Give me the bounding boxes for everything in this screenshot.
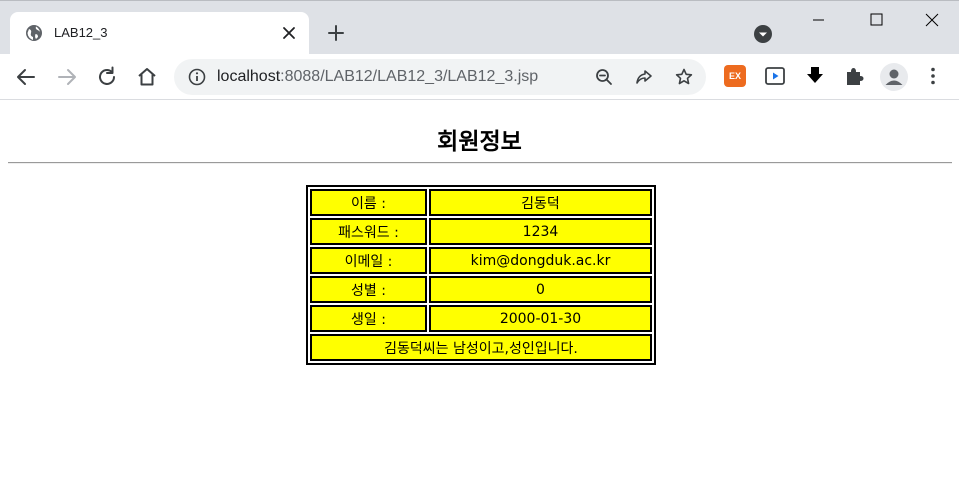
browser-toolbar: localhost:8088/LAB12/LAB12_3/LAB12_3.jsp…: [0, 54, 959, 100]
name-label: 이름 :: [310, 189, 427, 216]
tab-title: LAB12_3: [54, 25, 108, 40]
profile-avatar[interactable]: [880, 63, 908, 91]
gender-label: 성별 :: [310, 276, 427, 303]
kebab-menu-icon[interactable]: [922, 65, 944, 87]
table-row: 김동덕씨는 남성이고,성인입니다.: [310, 334, 652, 361]
minimize-icon[interactable]: [798, 5, 838, 35]
url-host: localhost: [217, 68, 281, 85]
browser-tab-strip: LAB12_3: [0, 0, 959, 56]
chevron-down-icon[interactable]: [753, 24, 773, 44]
reload-icon[interactable]: [95, 65, 119, 89]
star-icon[interactable]: [674, 67, 694, 87]
name-value: 김동덕: [429, 189, 652, 216]
share-icon[interactable]: [634, 67, 654, 87]
globe-icon: [26, 25, 42, 41]
plus-icon[interactable]: [326, 23, 346, 43]
info-icon[interactable]: [188, 68, 206, 86]
media-player-icon[interactable]: [764, 65, 786, 87]
back-arrow-icon[interactable]: [14, 65, 38, 89]
url-path: :8088/LAB12/LAB12_3/LAB12_3.jsp: [280, 68, 539, 85]
extensions-puzzle-icon[interactable]: [843, 65, 865, 87]
gender-value: 0: [429, 276, 652, 303]
zoom-icon[interactable]: [594, 67, 614, 87]
forward-arrow-icon[interactable]: [55, 65, 79, 89]
member-info-table: 이름 : 김동덕 패스워드 : 1234 이메일 : kim@dongduk.a…: [306, 185, 656, 365]
maximize-icon[interactable]: [856, 5, 896, 35]
email-label: 이메일 :: [310, 247, 427, 274]
url-text[interactable]: localhost:8088/LAB12/LAB12_3/LAB12_3.jsp: [217, 68, 538, 86]
ex-extension-icon[interactable]: EX: [724, 65, 746, 87]
page-title: 회원정보: [437, 129, 522, 155]
download-icon[interactable]: [804, 65, 826, 87]
table-row: 생일 : 2000-01-30: [310, 305, 652, 332]
horizontal-rule: [8, 162, 952, 164]
password-value: 1234: [429, 218, 652, 245]
birthday-value: 2000-01-30: [429, 305, 652, 332]
address-bar[interactable]: localhost:8088/LAB12/LAB12_3/LAB12_3.jsp: [174, 59, 706, 95]
email-value: kim@dongduk.ac.kr: [429, 247, 652, 274]
person-icon: [885, 69, 903, 85]
summary-cell: 김동덕씨는 남성이고,성인입니다.: [310, 334, 652, 361]
close-icon[interactable]: [280, 24, 298, 42]
birthday-label: 생일 :: [310, 305, 427, 332]
table-row: 패스워드 : 1234: [310, 218, 652, 245]
browser-tab[interactable]: LAB12_3: [10, 12, 309, 56]
table-row: 성별 : 0: [310, 276, 652, 303]
table-row: 이메일 : kim@dongduk.ac.kr: [310, 247, 652, 274]
table-row: 이름 : 김동덕: [310, 189, 652, 216]
window-close-icon[interactable]: [912, 5, 952, 35]
home-icon[interactable]: [135, 65, 159, 89]
password-label: 패스워드 :: [310, 218, 427, 245]
